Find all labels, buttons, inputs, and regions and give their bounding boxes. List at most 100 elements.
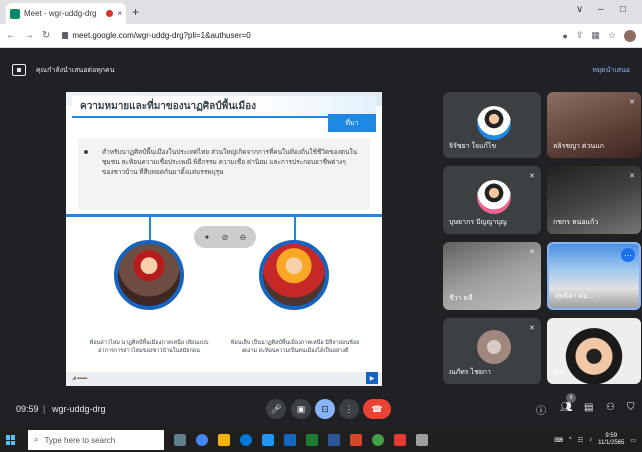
forward-arrow-icon[interactable]: → bbox=[24, 30, 34, 41]
minimize-button[interactable]: – bbox=[598, 4, 604, 15]
system-tray: ⌨ ^ ☷ ♪ 9:59 11/1/2565 ▭ bbox=[554, 433, 636, 447]
participant-tile[interactable]: ✕ กชกร หน่อแก้ว bbox=[547, 166, 641, 234]
keyboard-icon[interactable]: ⌨ bbox=[554, 437, 563, 444]
chrome-icon[interactable] bbox=[196, 434, 208, 446]
meeting-code: wgr-uddg-drg bbox=[52, 404, 106, 414]
presenting-text: คุณกำลังนำเสนอต่อทุกคน bbox=[36, 66, 115, 74]
notification-icon[interactable]: ▭ bbox=[630, 437, 636, 444]
extension-icon[interactable]: ▦ bbox=[591, 30, 600, 41]
camera-indicator-icon[interactable]: ● bbox=[562, 31, 567, 41]
mic-off-icon: ✕ bbox=[629, 99, 635, 106]
store-icon[interactable] bbox=[262, 434, 274, 446]
camera-button[interactable]: ▣ bbox=[291, 399, 311, 419]
mic-off-icon: ✕ bbox=[629, 173, 635, 180]
chat-icon[interactable]: ▤ bbox=[584, 402, 593, 413]
participant-name: สุทธิดา ต่อ... bbox=[555, 293, 594, 300]
powerpoint-icon[interactable] bbox=[350, 434, 362, 446]
taskbar-clock[interactable]: 9:59 11/1/2565 bbox=[598, 433, 624, 447]
acrobat-icon[interactable] bbox=[394, 434, 406, 446]
participant-avatar bbox=[477, 106, 511, 140]
participant-name: บุษยากร ปัญญาบุญ bbox=[449, 219, 507, 226]
leave-call-button[interactable]: ☎ bbox=[363, 399, 391, 419]
self-view-tile[interactable]: คุณ bbox=[547, 318, 641, 384]
file-explorer-icon[interactable] bbox=[218, 434, 230, 446]
url-field[interactable]: meet.google.com/wgr-uddg-drg?pli=1&authu… bbox=[62, 31, 251, 40]
address-bar: ← → ↻ meet.google.com/wgr-uddg-drg?pli=1… bbox=[0, 24, 642, 48]
edge-icon[interactable] bbox=[240, 434, 252, 446]
word-icon[interactable] bbox=[328, 434, 340, 446]
search-placeholder: Type here to search bbox=[44, 435, 116, 445]
more-options-button[interactable]: ⋮ bbox=[339, 399, 359, 419]
tab-close-icon[interactable]: × bbox=[117, 9, 122, 18]
participant-tile[interactable]: ✕ บุษยากร ปัญญาบุญ bbox=[443, 166, 541, 234]
clock-time: 9:59 bbox=[605, 432, 618, 439]
participant-avatar bbox=[477, 330, 511, 364]
slide-logo-icon: ◢ ▬▬ bbox=[72, 375, 88, 381]
pin-icon[interactable]: ✦ bbox=[200, 230, 214, 244]
task-view-icon[interactable] bbox=[174, 434, 186, 446]
app-icon[interactable] bbox=[416, 434, 428, 446]
tab-search-icon[interactable]: ∨ bbox=[576, 4, 583, 15]
mic-off-icon: ✕ bbox=[529, 325, 535, 332]
browser-tab[interactable]: Meet - wgr-uddg-drg × bbox=[6, 3, 126, 24]
tab-title: Meet - wgr-uddg-drg bbox=[24, 9, 97, 18]
windows-start-icon[interactable] bbox=[6, 435, 16, 445]
reload-icon[interactable]: ↻ bbox=[42, 30, 50, 41]
slide-body-text: สำหรับนาฏศิลป์พื้นเมืองในประเทศไทย ส่วนใ… bbox=[78, 138, 370, 210]
participant-name: จิรัชยา ใจแก้ไข bbox=[449, 143, 497, 150]
volume-icon[interactable]: ♪ bbox=[589, 437, 592, 443]
mute-presentation-icon[interactable]: ⊘ bbox=[218, 230, 232, 244]
participant-tile-active[interactable]: ⋯ สุทธิดา ต่อ... bbox=[547, 242, 641, 310]
dancer-photo-left bbox=[114, 240, 184, 310]
dancer-photo-right bbox=[259, 240, 329, 310]
meet-favicon-icon bbox=[10, 8, 20, 19]
present-screen-icon bbox=[12, 64, 26, 76]
meeting-separator: | bbox=[43, 404, 46, 414]
back-arrow-icon[interactable]: ← bbox=[6, 30, 16, 41]
browser-tab-bar: Meet - wgr-uddg-drg × + ∨ – □ bbox=[0, 0, 642, 24]
present-now-button[interactable]: ⊡ bbox=[315, 399, 335, 419]
share-icon[interactable]: ⇪ bbox=[576, 30, 584, 41]
remove-icon[interactable]: ⊖ bbox=[236, 230, 250, 244]
activities-icon[interactable]: ⚇ bbox=[606, 402, 615, 413]
participant-tile[interactable]: จิรัชยา ใจแก้ไข bbox=[443, 92, 541, 158]
url-text: meet.google.com/wgr-uddg-drg?pli=1&authu… bbox=[72, 31, 251, 40]
meeting-time: 09:59 bbox=[16, 404, 39, 414]
lock-icon bbox=[62, 32, 69, 39]
presenting-banner: คุณกำลังนำเสนอต่อทุกคน หยุดนำเสนอ bbox=[0, 55, 642, 85]
tray-chevron-icon[interactable]: ^ bbox=[569, 437, 572, 443]
windows-taskbar: ⌕ Type here to search ⌨ ^ ☷ ♪ 9:59 11/1/… bbox=[0, 428, 642, 452]
participant-name: ลลิรชญา ต่วนแก bbox=[553, 143, 604, 150]
maximize-button[interactable]: □ bbox=[620, 4, 626, 15]
more-options-icon[interactable]: ⋯ bbox=[621, 248, 635, 262]
network-icon[interactable]: ☷ bbox=[578, 437, 583, 444]
connector-line bbox=[149, 217, 151, 241]
new-tab-button[interactable]: + bbox=[132, 5, 139, 19]
profile-avatar[interactable] bbox=[624, 29, 636, 42]
host-controls-icon[interactable]: ⛉ bbox=[627, 402, 635, 413]
excel-icon[interactable] bbox=[306, 434, 318, 446]
slide-next-icon[interactable]: ▶ bbox=[366, 372, 378, 384]
slide-footer bbox=[66, 372, 382, 386]
mic-off-icon: ✕ bbox=[529, 173, 535, 180]
browser-extensions: ● ⇪ ▦ ☆ bbox=[562, 29, 636, 42]
clock-date: 11/1/2565 bbox=[598, 440, 625, 446]
participant-tile[interactable]: ✕ ณภัทร ไชยกา bbox=[443, 318, 541, 384]
microphone-button[interactable]: 🎤︎ bbox=[266, 399, 286, 419]
caption-right: ฟ้อนเล็บ เป็นนาฏศิลป์พื้นเมืองภาคเหนือ ม… bbox=[230, 340, 360, 354]
people-icon[interactable]: 👥︎ bbox=[560, 402, 573, 413]
participant-name: ณภัทร ไชยกา bbox=[449, 369, 491, 376]
participant-tile[interactable]: ✕ ชีวา คลี bbox=[443, 242, 541, 310]
participant-name: ชีวา คลี bbox=[449, 295, 473, 302]
meeting-details-icon[interactable]: ⓘ bbox=[536, 402, 546, 417]
stop-presenting-button[interactable]: หยุดนำเสนอ bbox=[592, 65, 630, 76]
participant-name: คุณ bbox=[553, 369, 565, 376]
participant-name: กชกร หน่อแก้ว bbox=[553, 219, 599, 226]
slide-section-tag: ที่มา bbox=[328, 114, 376, 132]
bookmark-star-icon[interactable]: ☆ bbox=[608, 30, 616, 41]
connector-line bbox=[294, 217, 296, 241]
mail-icon[interactable] bbox=[284, 434, 296, 446]
participant-tile[interactable]: ✕ ลลิรชญา ต่วนแก bbox=[547, 92, 641, 158]
taskbar-search-box[interactable]: ⌕ Type here to search bbox=[28, 430, 164, 450]
line-icon[interactable] bbox=[372, 434, 384, 446]
